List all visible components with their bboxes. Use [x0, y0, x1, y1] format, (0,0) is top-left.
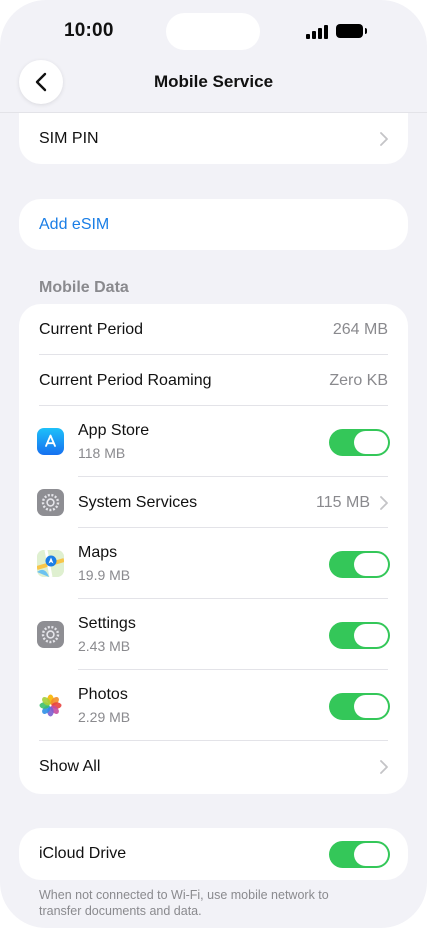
- status-bar: 10:00: [0, 0, 427, 60]
- show-all-label: Show All: [39, 758, 101, 775]
- app-name: Settings: [78, 615, 136, 632]
- chevron-right-icon: [380, 495, 388, 510]
- photos-toggle[interactable]: [329, 692, 390, 720]
- app-usage: 2.29 MB: [78, 709, 131, 725]
- current-period-row: Current Period 264 MB: [19, 304, 408, 355]
- mobile-data-header: Mobile Data: [39, 279, 129, 296]
- icloud-drive-label: iCloud Drive: [39, 845, 127, 862]
- current-period-value: 264 MB: [332, 320, 388, 338]
- app-row-maps: Maps 19.9 MB: [19, 528, 408, 599]
- app-store-icon: [37, 428, 64, 455]
- app-row-system-services[interactable]: System Services 115 MB: [19, 477, 408, 528]
- app-usage: 2.43 MB: [78, 638, 131, 654]
- cellular-signal-icon: [306, 25, 330, 39]
- icloud-group: iCloud Drive: [19, 828, 408, 880]
- app-usage: 118 MB: [78, 445, 126, 461]
- app-row-settings: Settings 2.43 MB: [19, 599, 408, 670]
- system-services-usage: 115 MB: [316, 493, 370, 511]
- photos-icon: [37, 692, 64, 719]
- maps-toggle[interactable]: [329, 550, 390, 578]
- app-row-app-store: App Store 118 MB: [19, 406, 408, 477]
- phone-screen: 10:00 Mobile Service SIM PIN Add eSIM Mo…: [0, 0, 427, 928]
- roaming-value: Zero KB: [329, 371, 388, 389]
- current-period-label: Current Period: [39, 320, 144, 338]
- app-usage: 19.9 MB: [78, 567, 131, 583]
- sim-pin-label: SIM PIN: [39, 129, 99, 147]
- navigation-bar: Mobile Service: [0, 55, 427, 111]
- chevron-right-icon: [380, 131, 388, 146]
- add-esim-button[interactable]: Add eSIM: [19, 199, 408, 250]
- sim-pin-row[interactable]: SIM PIN: [19, 113, 408, 164]
- icloud-drive-toggle[interactable]: [329, 841, 390, 868]
- maps-icon: [37, 550, 64, 577]
- status-time: 10:00: [64, 20, 114, 41]
- icloud-footnote: When not connected to Wi-Fi, use mobile …: [39, 888, 329, 918]
- system-services-label: System Services: [78, 493, 198, 511]
- app-store-toggle[interactable]: [329, 428, 390, 456]
- page-title: Mobile Service: [153, 72, 274, 91]
- current-period-roaming-row: Current Period Roaming Zero KB: [19, 355, 408, 406]
- app-row-photos: Photos 2.29 MB: [19, 670, 408, 741]
- add-esim-group: Add eSIM: [19, 199, 408, 250]
- system-services-icon: [37, 489, 64, 516]
- app-name: App Store: [78, 422, 150, 439]
- dynamic-island: [166, 13, 260, 50]
- settings-icon: [37, 621, 64, 648]
- app-name: Maps: [78, 544, 118, 561]
- sim-pin-group: SIM PIN: [19, 113, 408, 164]
- roaming-label: Current Period Roaming: [39, 371, 212, 389]
- show-all-row[interactable]: Show All: [19, 741, 408, 793]
- chevron-right-icon: [380, 760, 388, 774]
- icloud-drive-row: iCloud Drive: [19, 828, 408, 880]
- mobile-data-group: Current Period 264 MB Current Period Roa…: [19, 304, 408, 794]
- settings-toggle[interactable]: [329, 621, 390, 649]
- battery-icon: [336, 24, 367, 38]
- app-name: Photos: [78, 686, 128, 703]
- add-esim-label: Add eSIM: [39, 215, 110, 233]
